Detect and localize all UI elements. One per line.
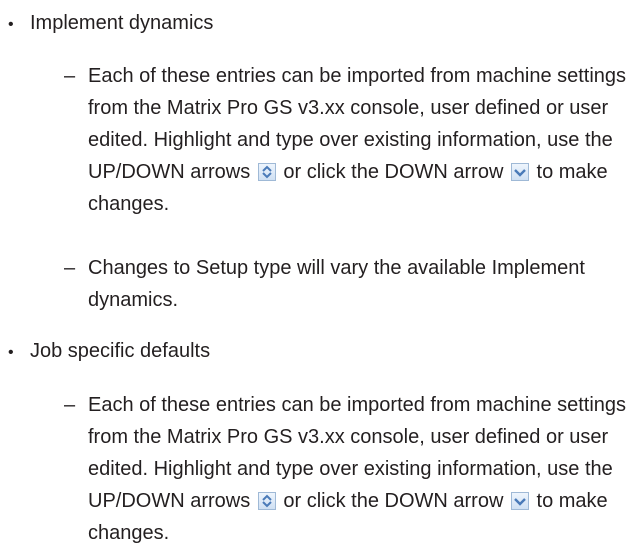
bullet-dot: •: [8, 344, 14, 361]
sub-item-text: Changes to Setup type will vary the avai…: [88, 257, 585, 311]
down-arrow-icon: [510, 163, 529, 181]
up-down-arrows-icon: [257, 163, 276, 181]
bullet-label: Implement dynamics: [30, 12, 214, 34]
dash-marker: –: [64, 257, 76, 279]
down-arrow-icon: [510, 492, 529, 510]
document-page: • Implement dynamics – Each of these entr…: [0, 0, 644, 551]
up-down-arrows-icon: [257, 492, 276, 510]
bullet-item-implement-dynamics: • Implement dynamics: [8, 7, 213, 41]
sub-item: – Changes to Setup type will vary the av…: [64, 252, 644, 316]
bullet-dot: •: [8, 16, 14, 33]
sub-item-text: Each of these entries can be imported fr…: [88, 60, 644, 220]
sub-item-text: Each of these entries can be imported fr…: [88, 389, 644, 549]
bullet-item-job-specific-defaults: • Job specific defaults: [8, 335, 210, 369]
sub-item: – Each of these entries can be imported …: [64, 60, 644, 220]
dash-marker: –: [64, 394, 76, 416]
bullet-label: Job specific defaults: [30, 340, 211, 362]
sub-item-text-part: or click the DOWN arrow: [283, 161, 504, 183]
sub-item: – Each of these entries can be imported …: [64, 389, 644, 549]
sub-item-text-part: or click the DOWN arrow: [283, 490, 504, 512]
dash-marker: –: [64, 65, 76, 87]
